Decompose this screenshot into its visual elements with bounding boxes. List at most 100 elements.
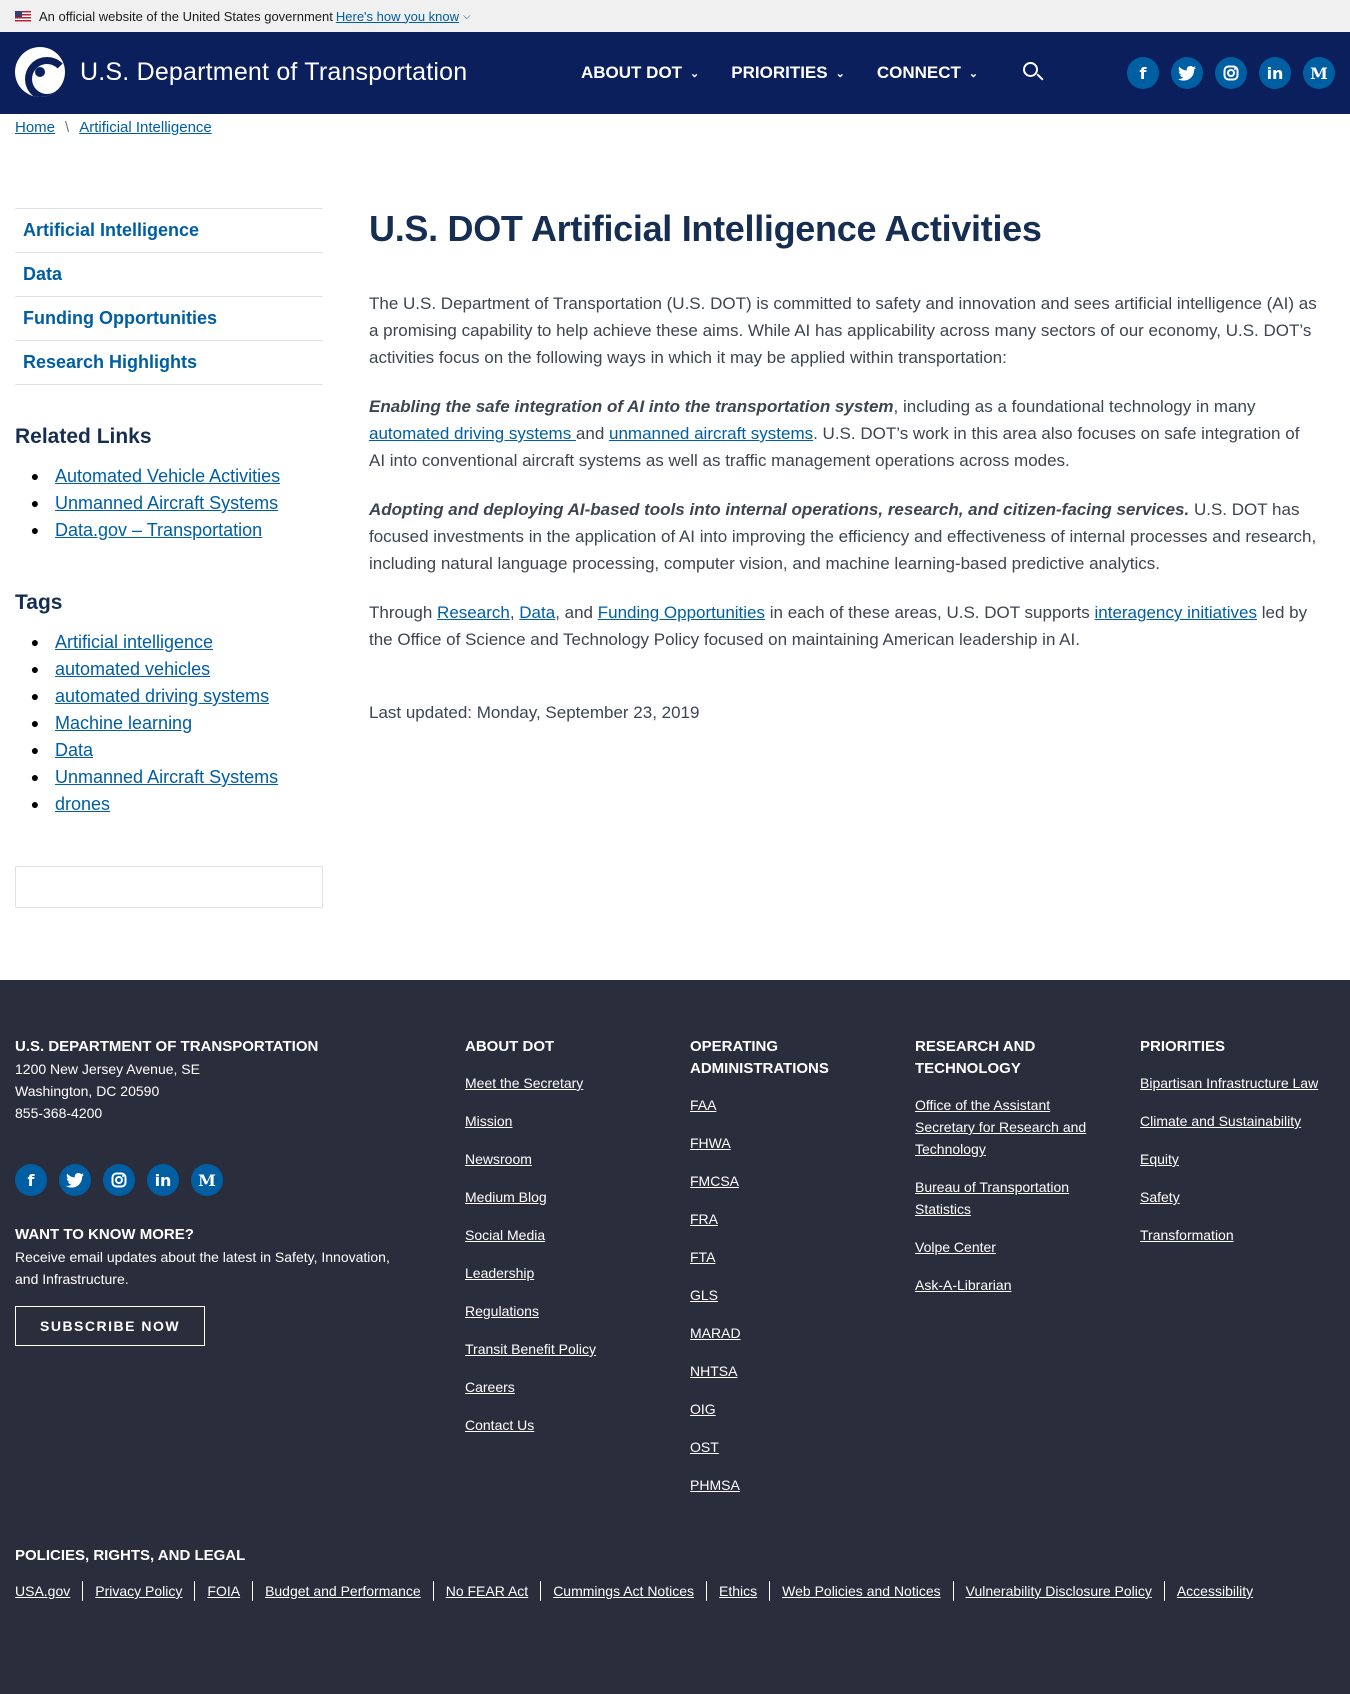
footer-link[interactable]: OST xyxy=(690,1436,870,1458)
legal-link[interactable]: Web Policies and Notices xyxy=(769,1581,952,1601)
footer-link[interactable]: FRA xyxy=(690,1208,870,1230)
legal-link[interactable]: USA.gov xyxy=(15,1581,82,1601)
footer-link[interactable]: Bureau of Transportation Statistics xyxy=(915,1176,1105,1220)
tag-link[interactable]: Unmanned Aircraft Systems xyxy=(55,764,278,791)
footer-link[interactable]: Careers xyxy=(465,1376,665,1398)
footer-link[interactable]: PHMSA xyxy=(690,1474,870,1496)
tag-link[interactable]: automated vehicles xyxy=(55,656,210,683)
footer-link[interactable]: Volpe Center xyxy=(915,1236,1105,1258)
footer-link[interactable]: MARAD xyxy=(690,1322,870,1344)
automated-driving-systems-link[interactable]: automated driving systems xyxy=(369,424,576,443)
nav-about-dot[interactable]: ABOUT DOT ⌄ xyxy=(581,63,699,83)
breadcrumb-current[interactable]: Artificial Intelligence xyxy=(79,119,212,136)
footer-address-line2: Washington, DC 20590 xyxy=(15,1083,160,1099)
sidenav-item-data[interactable]: Data xyxy=(15,253,323,297)
related-links-list: ● Automated Vehicle Activities ● Unmanned … xyxy=(15,463,280,544)
gov-banner-text: An official website of the United States… xyxy=(39,8,333,24)
linkedin-icon[interactable]: in xyxy=(147,1164,179,1196)
tag-link[interactable]: Artificial intelligence xyxy=(55,629,213,656)
nav-connect[interactable]: CONNECT ⌄ xyxy=(877,63,978,83)
footer-operating-heading: OPERATING ADMINISTRATIONS xyxy=(690,1038,829,1077)
footer-link[interactable]: Mission xyxy=(465,1110,665,1132)
related-link[interactable]: Data.gov – Transportation xyxy=(55,517,262,544)
footer-link[interactable]: Bipartisan Infrastructure Law xyxy=(1140,1072,1340,1094)
breadcrumb-home[interactable]: Home xyxy=(15,119,55,136)
tag-link[interactable]: automated driving systems xyxy=(55,683,269,710)
related-link[interactable]: Automated Vehicle Activities xyxy=(55,463,280,490)
footer-research-column: RESEARCH AND TECHNOLOGY Office of the As… xyxy=(915,1036,1105,1312)
paragraph-internal-operations: Adopting and deploying AI-based tools in… xyxy=(369,500,1317,573)
data-link[interactable]: Data xyxy=(519,603,555,622)
legal-link[interactable]: FOIA xyxy=(194,1581,252,1601)
footer-link[interactable]: FMCSA xyxy=(690,1170,870,1192)
legal-link[interactable]: Vulnerability Disclosure Policy xyxy=(952,1581,1164,1601)
instagram-icon[interactable] xyxy=(1215,57,1247,89)
footer-link[interactable]: GLS xyxy=(690,1284,870,1306)
footer-link[interactable]: Ask-A-Librarian xyxy=(915,1274,1105,1296)
list-item: ● Artificial intelligence xyxy=(15,629,278,656)
unmanned-aircraft-systems-link[interactable]: unmanned aircraft systems xyxy=(609,424,813,443)
legal-link[interactable]: Privacy Policy xyxy=(82,1581,194,1601)
interagency-initiatives-link[interactable]: interagency initiatives xyxy=(1094,603,1257,622)
footer-link[interactable]: Transit Benefit Policy xyxy=(465,1338,665,1360)
list-item: ● Unmanned Aircraft Systems xyxy=(15,764,278,791)
footer-link[interactable]: Equity xyxy=(1140,1148,1340,1170)
legal-link[interactable]: Accessibility xyxy=(1163,1581,1265,1601)
search-button[interactable] xyxy=(1022,61,1046,85)
paragraph-safe-integration: Enabling the safe integration of AI into… xyxy=(369,397,1300,470)
footer-link[interactable]: Regulations xyxy=(465,1300,665,1322)
footer-research-heading: RESEARCH AND TECHNOLOGY xyxy=(915,1038,1036,1077)
emphasis-text: Enabling the safe integration of AI into… xyxy=(369,397,894,416)
footer-link[interactable]: Climate and Sustainability xyxy=(1140,1110,1340,1132)
footer-social-links: f in M xyxy=(15,1164,405,1196)
chevron-down-icon: ⌄ xyxy=(690,67,700,80)
twitter-icon[interactable] xyxy=(1171,57,1203,89)
legal-link[interactable]: No FEAR Act xyxy=(432,1581,540,1601)
tag-link[interactable]: drones xyxy=(55,791,110,818)
tag-link[interactable]: Data xyxy=(55,737,93,764)
footer-link[interactable]: FHWA xyxy=(690,1132,870,1154)
sidenav-item-artificial-intelligence[interactable]: Artificial Intelligence xyxy=(15,209,323,253)
footer-link[interactable]: FTA xyxy=(690,1246,870,1268)
footer-link[interactable]: FAA xyxy=(690,1094,870,1116)
header-social-links: f in M xyxy=(1127,57,1347,89)
tag-link[interactable]: Machine learning xyxy=(55,710,192,737)
footer-link[interactable]: Safety xyxy=(1140,1186,1340,1208)
facebook-icon[interactable]: f xyxy=(1127,57,1159,89)
chevron-down-icon[interactable]: ⌵ xyxy=(463,11,471,22)
legal-link[interactable]: Ethics xyxy=(706,1581,769,1601)
chevron-down-icon: ⌄ xyxy=(968,67,979,80)
twitter-icon[interactable] xyxy=(59,1164,91,1196)
footer-link[interactable]: NHTSA xyxy=(690,1360,870,1382)
footer-link[interactable]: Social Media xyxy=(465,1224,665,1246)
sidenav-item-funding-opportunities[interactable]: Funding Opportunities xyxy=(15,297,323,341)
footer-link[interactable]: Leadership xyxy=(465,1262,665,1284)
footer-link[interactable]: Newsroom xyxy=(465,1148,665,1170)
heres-how-you-know-link[interactable]: Here's how you know xyxy=(336,9,459,24)
footer-link[interactable]: Medium Blog xyxy=(465,1186,665,1208)
footer-research-links: Office of the Assistant Secretary for Re… xyxy=(915,1094,1105,1296)
research-link[interactable]: Research xyxy=(437,603,510,622)
footer-link[interactable]: Meet the Secretary xyxy=(465,1072,665,1094)
facebook-icon[interactable]: f xyxy=(15,1164,47,1196)
linkedin-icon[interactable]: in xyxy=(1259,57,1291,89)
nav-priorities[interactable]: PRIORITIES ⌄ xyxy=(731,63,845,83)
legal-link[interactable]: Budget and Performance xyxy=(252,1581,433,1601)
related-link[interactable]: Unmanned Aircraft Systems xyxy=(55,490,278,517)
footer-link[interactable]: Contact Us xyxy=(465,1414,665,1436)
footer-link[interactable]: Office of the Assistant Secretary for Re… xyxy=(915,1094,1105,1160)
funding-opportunities-link[interactable]: Funding Opportunities xyxy=(598,603,765,622)
list-item: ● Automated Vehicle Activities xyxy=(15,463,280,490)
footer-link[interactable]: Transformation xyxy=(1140,1224,1340,1246)
legal-link[interactable]: Cummings Act Notices xyxy=(540,1581,706,1601)
footer-about-links: Meet the Secretary Mission Newsroom Medi… xyxy=(465,1072,665,1436)
medium-icon[interactable]: M xyxy=(1303,57,1335,89)
medium-icon[interactable]: M xyxy=(191,1164,223,1196)
sidenav-item-research-highlights[interactable]: Research Highlights xyxy=(15,341,323,385)
subscribe-now-button[interactable]: SUBSCRIBE NOW xyxy=(15,1306,206,1346)
side-navigation: Artificial Intelligence Data Funding Opp… xyxy=(15,208,323,385)
footer-link[interactable]: OIG xyxy=(690,1398,870,1420)
instagram-icon[interactable] xyxy=(103,1164,135,1196)
site-logo[interactable]: U.S. Department of Transportation xyxy=(15,47,467,97)
footer-priorities-column: PRIORITIES Bipartisan Infrastructure Law… xyxy=(1140,1036,1340,1262)
